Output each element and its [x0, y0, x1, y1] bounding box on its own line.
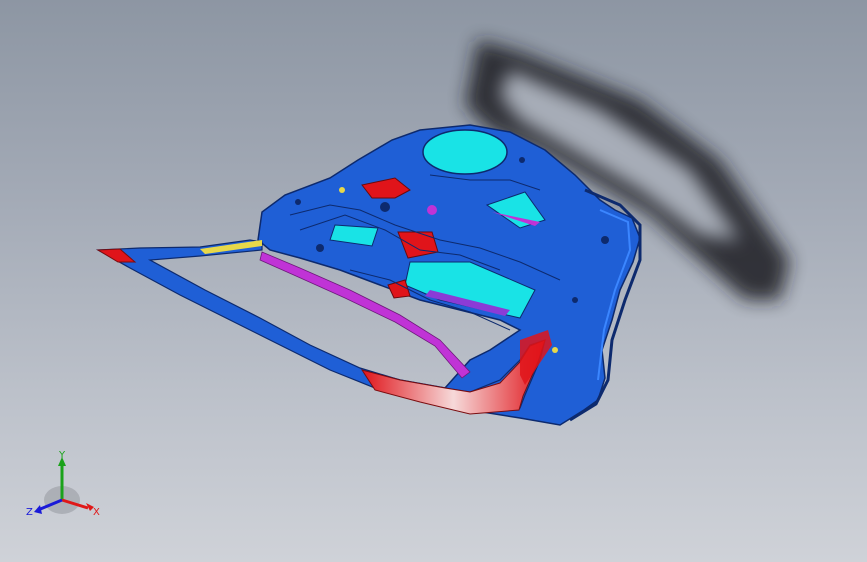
- model-scene[interactable]: [0, 0, 867, 562]
- 3d-viewport[interactable]: Y X Z: [0, 0, 867, 562]
- x-axis-label: X: [93, 507, 100, 518]
- z-axis-label: Z: [26, 507, 33, 518]
- z-axis-arrow: [34, 505, 42, 514]
- orientation-triad[interactable]: Y X Z: [22, 448, 106, 524]
- speaker-opening[interactable]: [422, 129, 508, 175]
- y-axis-label: Y: [58, 450, 66, 461]
